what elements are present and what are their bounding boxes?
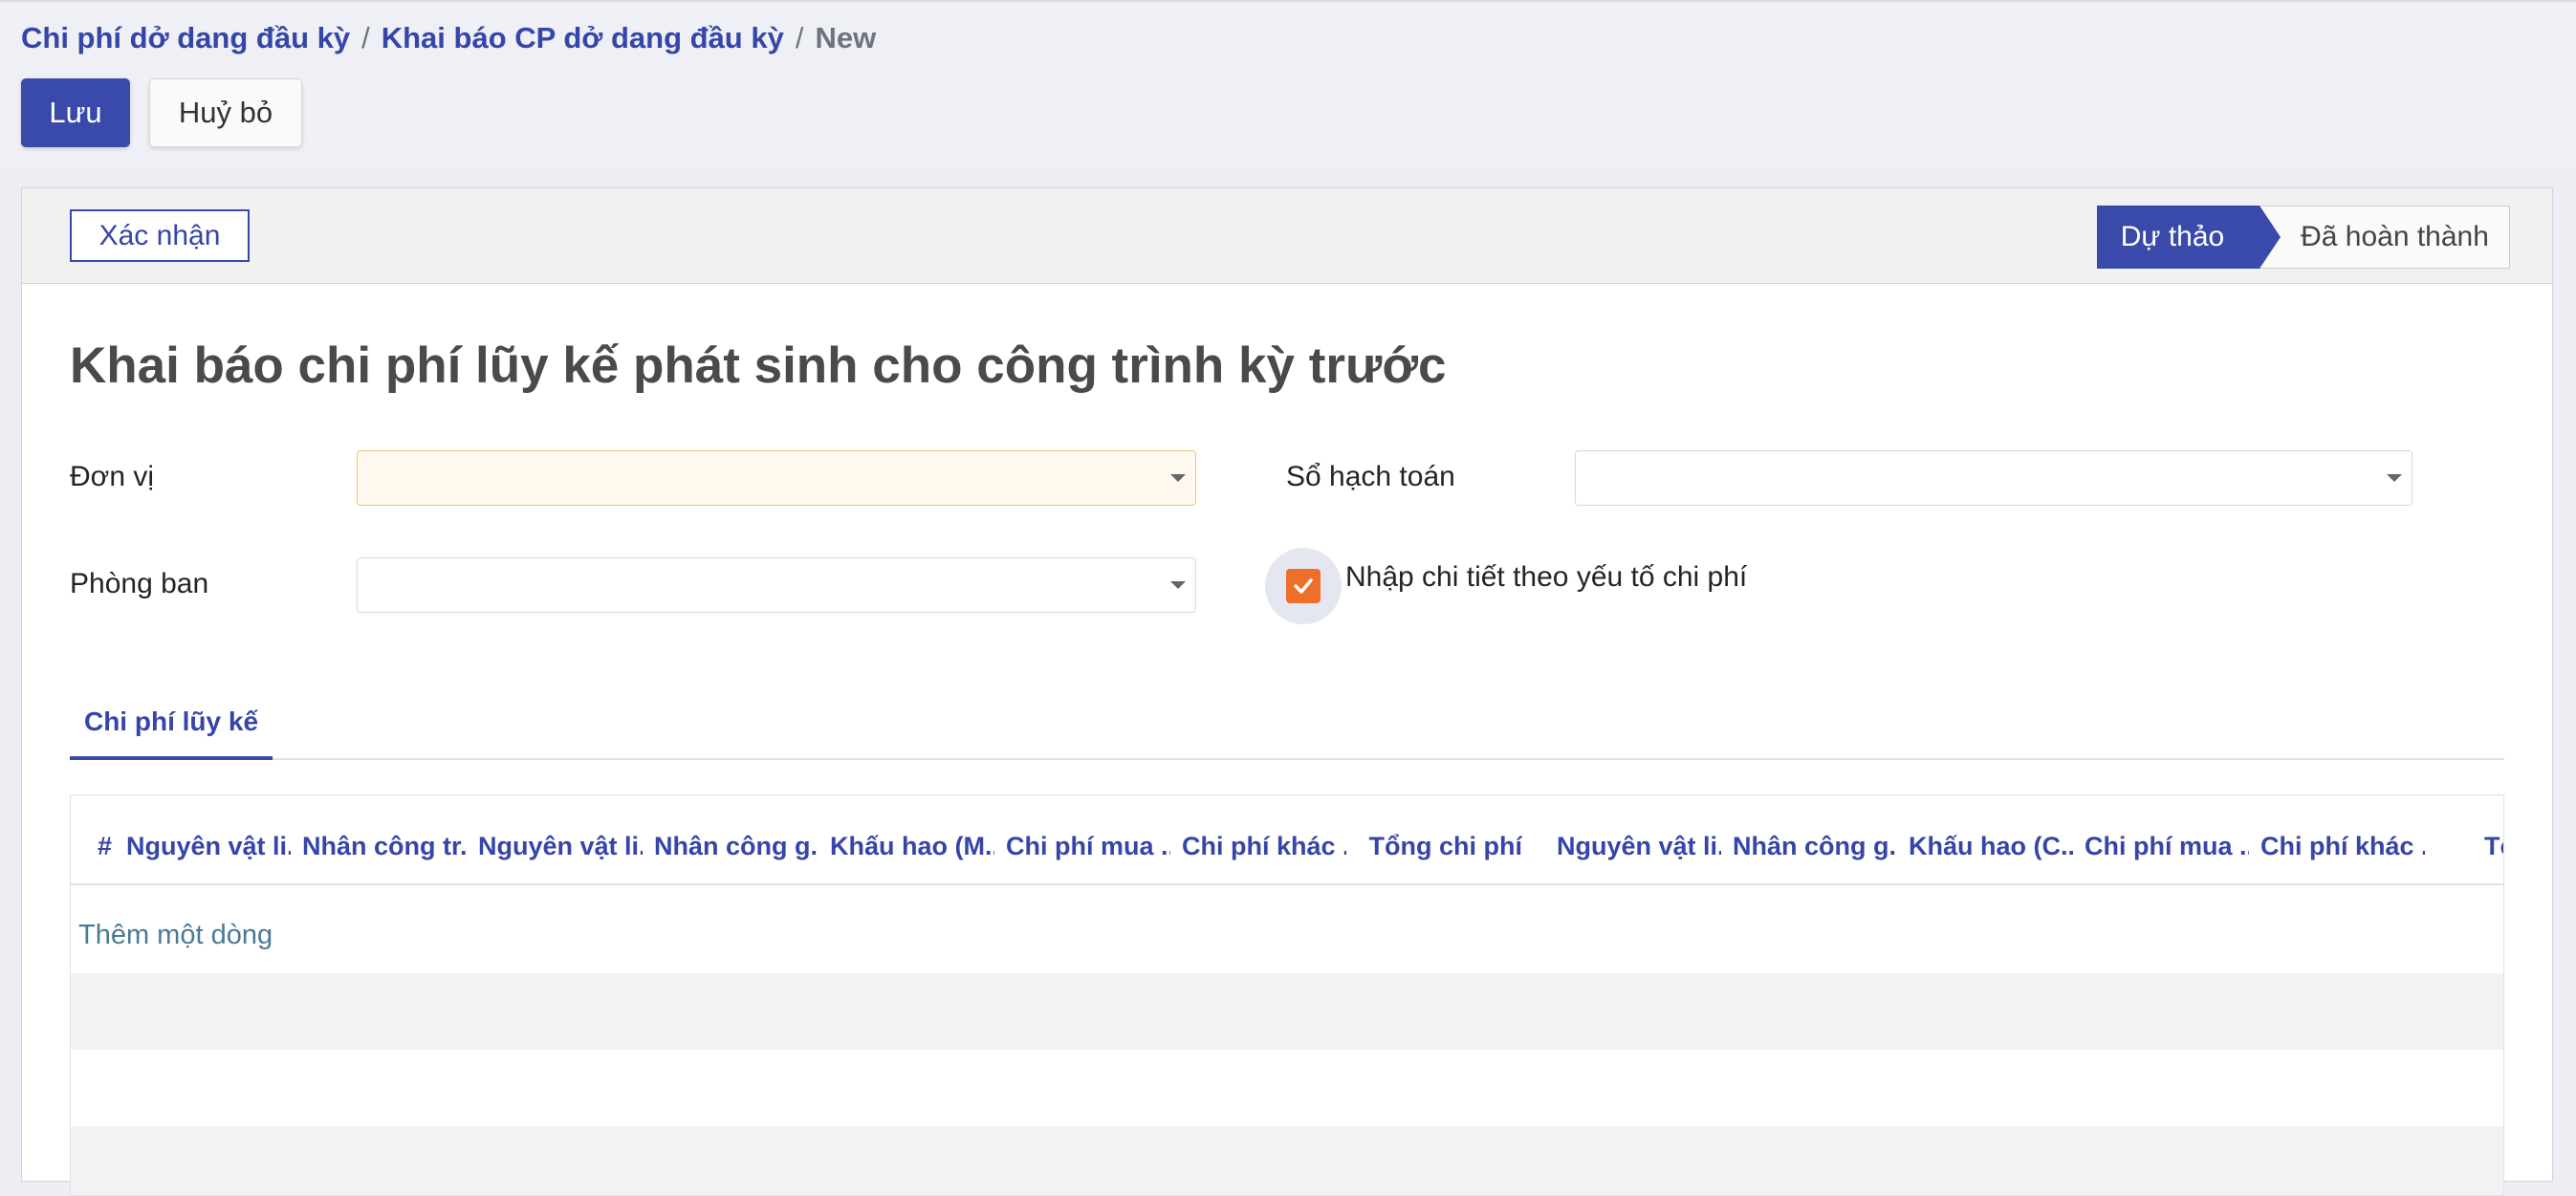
breadcrumb-current: New — [815, 21, 877, 54]
chevron-down-icon — [2387, 474, 2402, 482]
table-header: # Nguyên vật li... Nhân công tr... Nguyê… — [71, 795, 2503, 885]
column-header[interactable]: Khấu hao (M... — [830, 832, 994, 861]
check-icon — [1294, 578, 1313, 594]
breadcrumb-item-chi-phi-do-dang[interactable]: Chi phí dở dang đầu kỳ — [21, 21, 350, 54]
breadcrumb-separator: / — [795, 21, 804, 54]
nhap-chi-tiet-checkbox[interactable] — [1286, 569, 1321, 603]
nhap-chi-tiet-checkbox-wrapper — [1265, 548, 1342, 624]
table-row-empty — [71, 1126, 2503, 1195]
column-header[interactable]: Khấu hao (C... — [1909, 832, 2073, 861]
column-header[interactable]: Tổ — [2484, 832, 2503, 861]
phong-ban-label: Phòng ban — [70, 568, 209, 599]
phong-ban-select[interactable] — [357, 557, 1196, 613]
table-row-empty — [71, 973, 2503, 1050]
column-header[interactable]: Nguyên vật li... — [126, 832, 291, 861]
discard-button[interactable]: Huỷ bỏ — [149, 78, 302, 147]
breadcrumb-item-khai-bao[interactable]: Khai báo CP dở dang đầu kỳ — [382, 21, 784, 54]
column-header[interactable]: Nhân công g... — [654, 832, 819, 861]
column-header[interactable]: Chi phí mua ... — [1006, 832, 1170, 861]
breadcrumb-separator: / — [361, 21, 370, 54]
chevron-down-icon — [1170, 474, 1186, 482]
cost-table: # Nguyên vật li... Nhân công tr... Nguyê… — [70, 794, 2504, 1196]
don-vi-label: Đơn vị — [70, 461, 155, 492]
don-vi-select[interactable] — [357, 450, 1196, 506]
column-header[interactable]: Chi phí khác ... — [1182, 832, 1346, 861]
column-header[interactable]: Chi phí mua ... — [2085, 832, 2249, 861]
form-sheet: Xác nhận Dự thảo Đã hoàn thành Khai báo … — [21, 187, 2553, 1196]
control-panel: Chi phí dở dang đầu kỳ / Khai báo CP dở da… — [0, 0, 2576, 170]
nhap-chi-tiet-label[interactable]: Nhập chi tiết theo yếu tố chi phí — [1345, 561, 1747, 594]
column-header[interactable]: Nguyên vật li... — [478, 832, 643, 861]
column-header[interactable]: Chi phí khác ... — [2260, 832, 2425, 861]
form-title: Khai báo chi phí lũy kế phát sinh cho cô… — [70, 337, 1447, 394]
column-header[interactable]: Nhân công g... — [1733, 832, 1897, 861]
so-hach-toan-label: Sổ hạch toán — [1286, 461, 1455, 492]
tab-chi-phi-luy-ke[interactable]: Chi phí lũy kế — [70, 687, 273, 760]
column-header[interactable]: Nguyên vật li... — [1557, 832, 1721, 861]
stage-done[interactable]: Đã hoàn thành — [2259, 206, 2510, 269]
chevron-down-icon — [1170, 581, 1186, 589]
column-header[interactable]: Tổng chi phí — [1358, 832, 1522, 861]
breadcrumb: Chi phí dở dang đầu kỳ / Khai báo CP dở da… — [21, 21, 876, 55]
confirm-button[interactable]: Xác nhận — [70, 209, 250, 262]
column-header-index: # — [98, 832, 113, 860]
status-stages: Dự thảo Đã hoàn thành — [2097, 206, 2510, 269]
stage-draft[interactable]: Dự thảo — [2097, 206, 2281, 269]
save-button[interactable]: Lưu — [21, 78, 130, 147]
add-line-link[interactable]: Thêm một dòng — [78, 920, 273, 951]
so-hach-toan-select[interactable] — [1575, 450, 2412, 506]
column-header[interactable]: Nhân công tr... — [302, 832, 467, 861]
status-bar: Xác nhận Dự thảo Đã hoàn thành — [22, 188, 2552, 284]
notebook-tabs: Chi phí lũy kế — [70, 687, 2504, 760]
